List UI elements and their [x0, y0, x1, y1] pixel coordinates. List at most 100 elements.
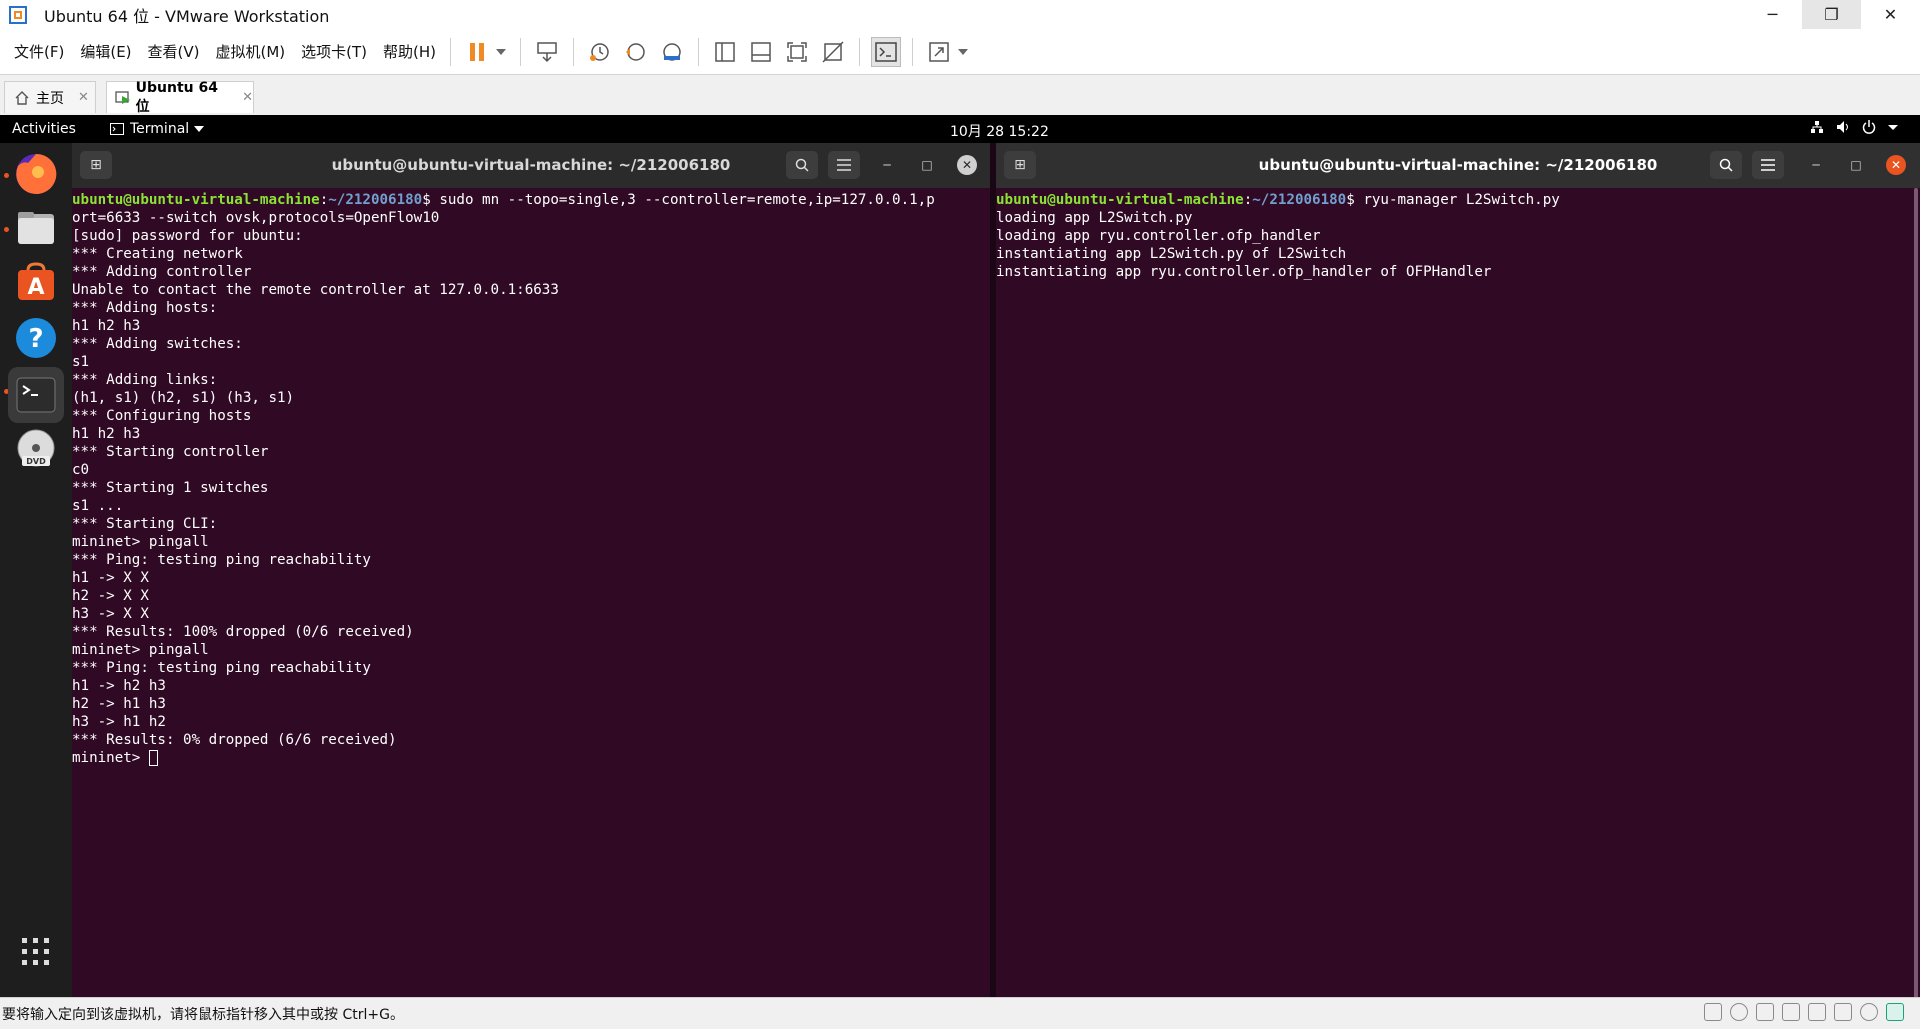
- output-line: loading app ryu.controller.ofp_handler: [996, 228, 1321, 244]
- software-center-icon[interactable]: A: [11, 257, 61, 307]
- display-icon[interactable]: [1860, 1003, 1878, 1021]
- help-icon[interactable]: ?: [11, 313, 61, 363]
- terminal-window-ryu[interactable]: ⊞ ubuntu@ubuntu-virtual-machine: ~/21200…: [996, 143, 1920, 1008]
- tab-ubuntu-close-icon[interactable]: ✕: [242, 90, 253, 105]
- minimize-icon[interactable]: ─: [877, 155, 897, 175]
- output-line: *** Adding switches:: [72, 336, 243, 352]
- menu-help[interactable]: 帮助(H): [383, 41, 436, 62]
- minimize-button[interactable]: ─: [1743, 0, 1802, 29]
- activities-button[interactable]: Activities: [12, 121, 76, 137]
- network-icon: [1811, 121, 1823, 133]
- dvd-icon[interactable]: DVD: [11, 425, 61, 475]
- network-adapter-icon[interactable]: [1756, 1003, 1774, 1021]
- gnome-top-bar: Activities Terminal 10月 28 15:22: [0, 115, 1920, 143]
- terminal-scrollbar[interactable]: [1912, 188, 1920, 1008]
- maximize-icon[interactable]: □: [917, 155, 937, 175]
- output-line: *** Creating network: [72, 246, 243, 262]
- mininet-prompt-line: mininet>: [72, 749, 990, 767]
- sound-icon[interactable]: [1834, 1003, 1852, 1021]
- show-library-icon[interactable]: [710, 37, 740, 67]
- firefox-icon[interactable]: [11, 149, 61, 199]
- snapshot-manager-icon[interactable]: [657, 37, 687, 67]
- search-icon[interactable]: [786, 151, 818, 179]
- terminal-icon[interactable]: [8, 367, 64, 423]
- output-line: h1 h2 h3: [72, 318, 141, 334]
- usb-icon[interactable]: [1782, 1003, 1800, 1021]
- output-line: mininet> pingall: [72, 534, 209, 550]
- output-line: *** Adding controller: [72, 264, 252, 280]
- apps-grid-icon[interactable]: [11, 927, 61, 977]
- cd-dvd-icon[interactable]: [1730, 1003, 1748, 1021]
- close-icon[interactable]: ✕: [1886, 155, 1906, 175]
- svg-text:DVD: DVD: [26, 457, 46, 466]
- menu-edit[interactable]: 编辑(E): [80, 41, 131, 62]
- pause-icon[interactable]: [462, 37, 492, 67]
- terminal-headerbar: ⊞ ubuntu@ubuntu-virtual-machine: ~/21200…: [996, 143, 1920, 188]
- terminal-headerbar: ⊞ ubuntu@ubuntu-virtual-machine: ~/21200…: [72, 143, 990, 188]
- maximize-icon[interactable]: □: [1846, 155, 1866, 175]
- output-line: h1 -> h2 h3: [72, 678, 166, 694]
- mininet-prompt: mininet>: [72, 750, 149, 766]
- terminal-window-mininet[interactable]: ⊞ ubuntu@ubuntu-virtual-machine: ~/21200…: [72, 143, 990, 997]
- terminal-app-menu[interactable]: Terminal: [110, 121, 205, 137]
- close-icon[interactable]: ✕: [957, 155, 977, 175]
- clock[interactable]: 10月 28 15:22: [950, 121, 1049, 141]
- console-view-icon[interactable]: [871, 36, 902, 67]
- terminal-app-menu-label: Terminal: [130, 121, 190, 137]
- menu-file[interactable]: 文件(F): [14, 41, 64, 62]
- svg-text:?: ?: [28, 324, 43, 354]
- search-icon[interactable]: [1710, 151, 1742, 179]
- chevron-down-icon[interactable]: [955, 37, 971, 67]
- files-icon[interactable]: [11, 203, 61, 253]
- output-line: *** Starting controller: [72, 444, 269, 460]
- toolbar-separator: [450, 37, 452, 66]
- tab-home-close-icon[interactable]: ✕: [78, 90, 89, 105]
- output-line: instantiating app L2Switch.py of L2Switc…: [996, 246, 1347, 262]
- restore-button[interactable]: ❐: [1802, 0, 1861, 29]
- menu-vm[interactable]: 虚拟机(M): [216, 41, 286, 62]
- output-line: loading app L2Switch.py: [996, 210, 1193, 226]
- ubuntu-dock: A ? DVD: [0, 143, 72, 997]
- hamburger-menu-icon[interactable]: [828, 151, 860, 179]
- output-line: s1 ...: [72, 498, 124, 514]
- close-window-button[interactable]: ✕: [1861, 0, 1920, 29]
- minimize-icon[interactable]: ─: [1806, 155, 1826, 175]
- thumbnail-bar-icon[interactable]: [746, 37, 776, 67]
- full-screen-icon[interactable]: [782, 37, 812, 67]
- terminal-output[interactable]: ubuntu@ubuntu-virtual-machine:~/21200618…: [996, 188, 1920, 997]
- power-icon: [1862, 120, 1876, 134]
- stretch-guest-icon[interactable]: [924, 37, 954, 67]
- scrollbar-thumb[interactable]: [1914, 188, 1918, 1008]
- vm-display[interactable]: Activities Terminal 10月 28 15:22 A ? DVD…: [0, 115, 1920, 1008]
- running-indicator: [4, 173, 9, 178]
- output-line: *** Ping: testing ping reachability: [72, 552, 371, 568]
- output-line: c0: [72, 462, 90, 478]
- menu-view[interactable]: 查看(V): [148, 41, 200, 62]
- chevron-down-icon[interactable]: [493, 37, 509, 67]
- running-indicator: [4, 227, 9, 232]
- snapshot-icon[interactable]: [585, 37, 615, 67]
- menu-tabs[interactable]: 选项卡(T): [301, 41, 367, 62]
- chevron-down-icon: [194, 126, 205, 132]
- tab-ubuntu[interactable]: Ubuntu 64 位 ✕: [106, 80, 254, 115]
- printer-icon[interactable]: [1808, 1003, 1826, 1021]
- system-tray[interactable]: [1810, 120, 1898, 134]
- send-ctrl-alt-del-icon[interactable]: [532, 37, 562, 67]
- output-line: Unable to contact the remote controller …: [72, 282, 559, 298]
- toolbar-separator: [698, 37, 700, 66]
- terminal-output[interactable]: ubuntu@ubuntu-virtual-machine:~/21200618…: [72, 188, 990, 997]
- output-line: *** Starting CLI:: [72, 516, 218, 532]
- home-icon: [15, 90, 29, 105]
- command-line: ubuntu@ubuntu-virtual-machine:~/21200618…: [996, 192, 1560, 208]
- hamburger-menu-icon[interactable]: [1752, 151, 1784, 179]
- output-line: *** Configuring hosts: [72, 408, 252, 424]
- svg-text:A: A: [27, 275, 44, 300]
- tab-home[interactable]: 主页 ✕: [4, 81, 96, 113]
- vmware-logo-icon: [9, 5, 27, 24]
- unity-icon[interactable]: [818, 37, 848, 67]
- tab-home-label: 主页: [36, 90, 64, 107]
- hard-disk-icon[interactable]: [1704, 1003, 1722, 1021]
- revert-snapshot-icon[interactable]: [621, 37, 651, 67]
- command-line: ubuntu@ubuntu-virtual-machine:~/21200618…: [72, 192, 935, 208]
- message-log-icon[interactable]: [1886, 1003, 1904, 1021]
